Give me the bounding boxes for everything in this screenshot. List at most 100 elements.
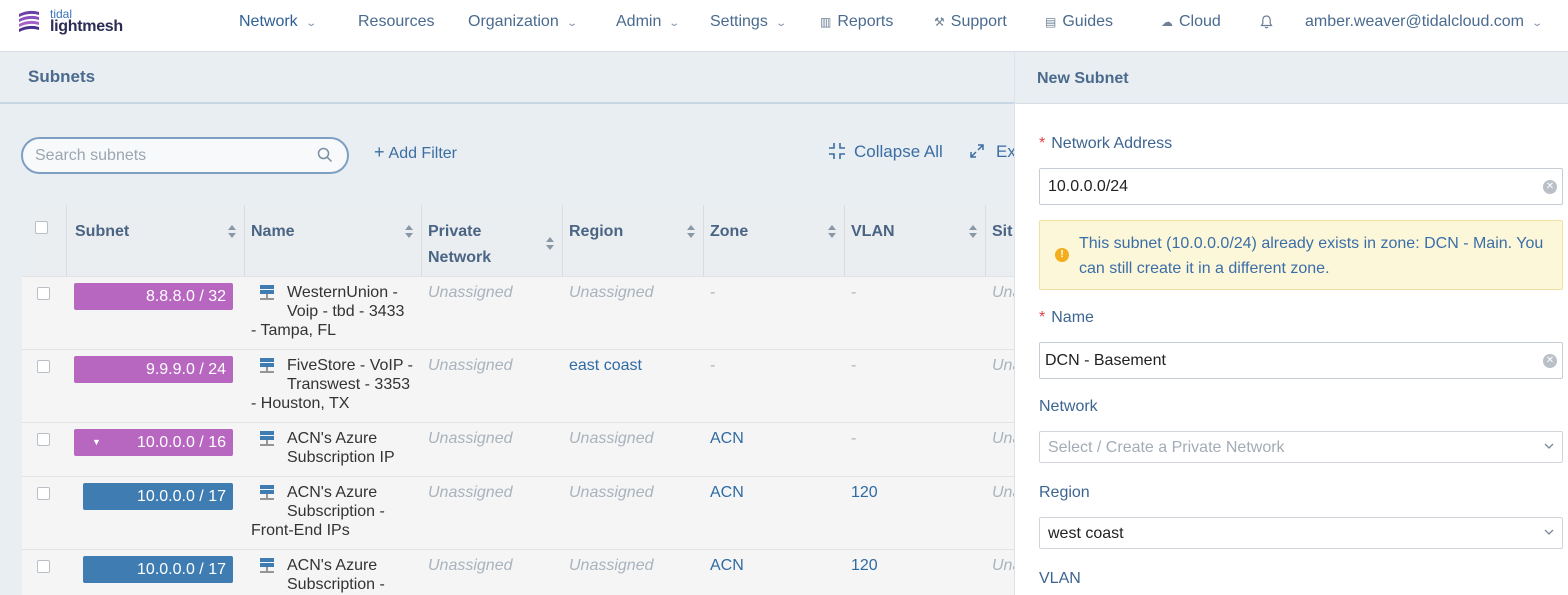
app-logo[interactable]: tidal lightmesh [16, 7, 136, 43]
table-row[interactable]: 9.9.9.0 / 24 FiveStore - VoIP - Transwes… [22, 350, 1014, 423]
zone-value[interactable]: ACN [710, 556, 744, 575]
nav-resources[interactable]: Resources [358, 13, 434, 31]
nav-network[interactable]: Network ⌄ [239, 13, 317, 31]
panel-title: New Subnet [1037, 70, 1129, 87]
name-line: Subscription - [287, 503, 385, 520]
new-subnet-panel: New Subnet * Network Address ✕ ! This sub… [1014, 52, 1568, 595]
network-label: Network [1039, 398, 1098, 415]
network-address-label-text: Network Address [1051, 135, 1173, 152]
name-label: * Name [1039, 309, 1094, 327]
search-box [21, 137, 349, 174]
private-network-value: Unassigned [428, 284, 513, 301]
network-select[interactable]: Select / Create a Private Network [1039, 431, 1563, 463]
nav-admin[interactable]: Admin ⌄ [616, 13, 680, 31]
sort-icon[interactable] [969, 225, 977, 239]
column-header-zone[interactable]: Zone [704, 205, 845, 277]
column-header-vlan[interactable]: VLAN [845, 205, 986, 277]
expand-icon [970, 144, 984, 158]
region-label: Region [1039, 484, 1090, 501]
subnet-badge[interactable]: ▼ 10.0.0.0 / 16 [74, 429, 233, 456]
clear-icon[interactable]: ✕ [1543, 180, 1557, 194]
search-icon[interactable] [317, 147, 333, 163]
nav-settings[interactable]: Settings ⌄ [710, 13, 787, 31]
zone-value[interactable]: ACN [710, 429, 744, 448]
column-header-site[interactable]: Sit [986, 205, 1014, 277]
sort-icon[interactable] [228, 225, 236, 239]
nav-guides[interactable]: ▤ Guides [1045, 13, 1113, 31]
name-field: ✕ [1039, 342, 1563, 379]
nav-admin-label: Admin [616, 13, 662, 30]
nav-cloud[interactable]: ☁ Cloud [1161, 13, 1221, 31]
region-value: Unassigned [569, 284, 654, 301]
chevron-down-icon: ⌄ [775, 18, 787, 29]
add-filter-button[interactable]: + Add Filter [374, 142, 457, 163]
vlan-value[interactable]: 120 [851, 556, 878, 575]
table-row[interactable]: 10.0.0.0 / 17 ACN's Azure Subscription -… [22, 477, 1014, 550]
column-header-name[interactable]: Name [245, 205, 422, 277]
table-row[interactable]: ▼ 10.0.0.0 / 16 ACN's Azure Subscription … [22, 423, 1014, 477]
row-checkbox[interactable] [37, 287, 50, 300]
column-header-private-network[interactable]: Private Network [422, 205, 563, 277]
region-value[interactable]: east coast [569, 356, 642, 375]
select-all-checkbox[interactable] [35, 221, 48, 234]
name-line: ACN's Azure [287, 484, 378, 501]
table-row[interactable]: 8.8.8.0 / 32 WesternUnion - Voip - tbd -… [22, 277, 1014, 350]
collapse-all-button[interactable]: Collapse All [828, 142, 943, 162]
subnet-badge[interactable]: 8.8.8.0 / 32 [74, 283, 233, 310]
column-header-region[interactable]: Region [563, 205, 704, 277]
chevron-down-icon [1544, 529, 1554, 535]
nav-organization[interactable]: Organization ⌄ [468, 13, 578, 31]
name-input[interactable] [1045, 351, 1525, 371]
table-row[interactable]: 10.0.0.0 / 17 ACN's Azure Subscription -… [22, 550, 1014, 595]
column-header-subnet[interactable]: Subnet [67, 205, 245, 277]
row-checkbox[interactable] [37, 360, 50, 373]
nav-settings-label: Settings [710, 13, 768, 30]
sort-icon[interactable] [828, 225, 836, 239]
row-checkbox[interactable] [37, 560, 50, 573]
nav-reports[interactable]: ▥ Reports [820, 13, 893, 31]
clear-icon[interactable]: ✕ [1543, 354, 1557, 368]
row-name[interactable]: FiveStore - VoIP - Transwest - 3353 - Ho… [251, 356, 421, 413]
collapse-icon [829, 143, 845, 159]
private-network-value: Unassigned [428, 484, 513, 501]
name-line: Subscription - [287, 576, 385, 593]
name-label-text: Name [1051, 309, 1094, 326]
duplicate-subnet-warning: ! This subnet (10.0.0.0/24) already exis… [1039, 220, 1563, 290]
row-name[interactable]: ACN's Azure Subscription - [251, 556, 421, 594]
row-checkbox[interactable] [37, 433, 50, 446]
nav-cloud-label: Cloud [1179, 13, 1221, 30]
vlan-value[interactable]: 120 [851, 483, 878, 502]
zone-value[interactable]: ACN [710, 483, 744, 502]
network-address-label: * Network Address [1039, 135, 1172, 153]
sort-icon[interactable] [405, 225, 413, 239]
expand-all-button[interactable]: Ex [970, 142, 1014, 162]
private-network-value: Unassigned [428, 557, 513, 574]
wrench-icon: ⚒ [934, 15, 945, 29]
select-all-column [22, 205, 67, 277]
collapse-caret-icon[interactable]: ▼ [92, 429, 101, 456]
subnet-badge[interactable]: 10.0.0.0 / 17 [83, 556, 233, 583]
search-input[interactable] [35, 145, 305, 167]
region-value: Unassigned [569, 557, 654, 574]
row-checkbox[interactable] [37, 487, 50, 500]
region-select-value: west coast [1048, 525, 1124, 542]
subnets-table: Subnet Name Private Network Region Zone … [22, 205, 1014, 595]
page-title: Subnets [28, 67, 96, 86]
sort-icon[interactable] [546, 237, 554, 251]
notifications-button[interactable] [1260, 13, 1273, 34]
subnet-badge[interactable]: 9.9.9.0 / 24 [74, 356, 233, 383]
row-name[interactable]: WesternUnion - Voip - tbd - 3433 - Tampa… [251, 283, 411, 340]
network-address-input[interactable] [1048, 177, 1528, 197]
brand-name-bottom: lightmesh [50, 18, 123, 35]
vlan-value: - [851, 357, 857, 374]
user-menu[interactable]: amber.weaver@tidalcloud.com ⌄ [1305, 13, 1543, 31]
region-select[interactable]: west coast [1039, 517, 1563, 549]
column-label: Sit [992, 223, 1013, 240]
subnet-badge[interactable]: 10.0.0.0 / 17 [83, 483, 233, 510]
row-name[interactable]: ACN's Azure Subscription - Front-End IPs [251, 483, 421, 540]
table-header: Subnet Name Private Network Region Zone … [22, 205, 1014, 277]
sort-icon[interactable] [687, 225, 695, 239]
row-name[interactable]: ACN's Azure Subscription IP [251, 429, 421, 467]
nav-support[interactable]: ⚒ Support [934, 13, 1007, 31]
network-address-field: ✕ [1039, 168, 1563, 205]
